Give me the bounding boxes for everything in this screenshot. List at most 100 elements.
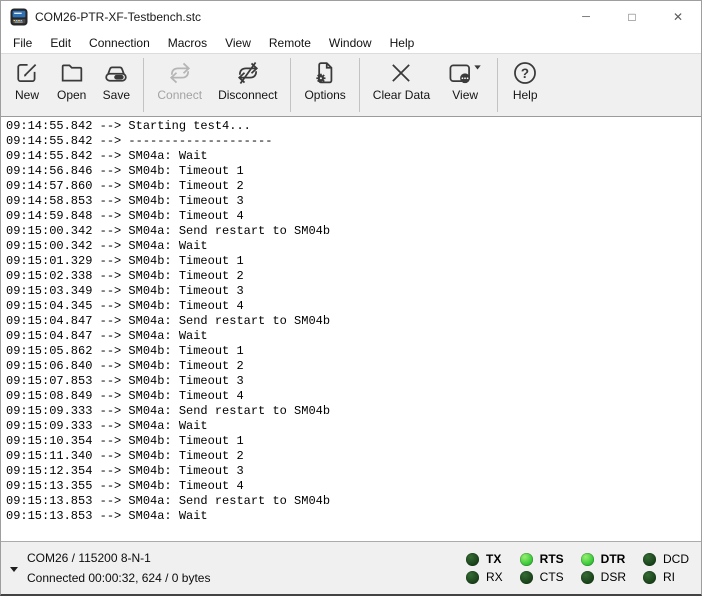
tx-label: TX bbox=[486, 552, 501, 566]
dsr-label: DSR bbox=[601, 570, 626, 584]
help-button[interactable]: ? Help bbox=[503, 55, 547, 115]
connect-button[interactable]: Connect bbox=[149, 55, 210, 115]
toolbar: New Open Save Connec bbox=[1, 53, 701, 117]
log-line: 09:15:01.329 --> SM04b: Timeout 1 bbox=[6, 254, 701, 269]
log-line: 09:15:04.847 --> SM04a: Send restart to … bbox=[6, 314, 701, 329]
options-gear-document-icon bbox=[311, 59, 339, 87]
log-line: 09:15:11.340 --> SM04b: Timeout 2 bbox=[6, 449, 701, 464]
indicator-column: DTR DSR bbox=[581, 552, 626, 584]
menu-view[interactable]: View bbox=[216, 33, 260, 53]
menu-edit[interactable]: Edit bbox=[41, 33, 80, 53]
app-icon bbox=[10, 8, 28, 26]
cts-label: CTS bbox=[540, 570, 564, 584]
connection-info-text: Connected 00:00:32, 624 / 0 bytes bbox=[27, 568, 210, 588]
tx-led-icon bbox=[466, 553, 479, 566]
log-line: 09:15:06.840 --> SM04b: Timeout 2 bbox=[6, 359, 701, 374]
cts-led-icon bbox=[520, 571, 533, 584]
dtr-led-icon bbox=[581, 553, 594, 566]
menu-macros[interactable]: Macros bbox=[159, 33, 216, 53]
dsr-led-icon bbox=[581, 571, 594, 584]
log-line: 09:15:13.355 --> SM04b: Timeout 4 bbox=[6, 479, 701, 494]
log-line: 09:15:05.862 --> SM04b: Timeout 1 bbox=[6, 344, 701, 359]
open-folder-icon bbox=[58, 59, 86, 87]
indicator-column: DCD RI bbox=[643, 552, 689, 584]
log-line: 09:15:03.349 --> SM04b: Timeout 3 bbox=[6, 284, 701, 299]
log-line: 09:15:12.354 --> SM04b: Timeout 3 bbox=[6, 464, 701, 479]
connect-button-label: Connect bbox=[157, 88, 202, 102]
new-button-label: New bbox=[15, 88, 39, 102]
maximize-button[interactable]: □ bbox=[609, 1, 655, 32]
disconnect-button-label: Disconnect bbox=[218, 88, 277, 102]
log-area[interactable]: 09:14:55.842 --> Starting test4... 09:14:… bbox=[1, 117, 701, 542]
rts-label: RTS bbox=[540, 552, 564, 566]
options-button[interactable]: Options bbox=[296, 55, 353, 115]
new-button[interactable]: New bbox=[5, 55, 49, 115]
menu-window[interactable]: Window bbox=[320, 33, 381, 53]
log-line: 09:15:13.853 --> SM04a: Send restart to … bbox=[6, 494, 701, 509]
toolbar-separator bbox=[290, 58, 291, 112]
toolbar-separator bbox=[359, 58, 360, 112]
help-question-icon: ? bbox=[511, 59, 539, 87]
menu-remote[interactable]: Remote bbox=[260, 33, 320, 53]
ri-label: RI bbox=[663, 570, 675, 584]
log-line: 09:15:02.338 --> SM04b: Timeout 2 bbox=[6, 269, 701, 284]
app-window: COM26-PTR-XF-Testbench.stc ─ □ ✕ File Ed… bbox=[0, 0, 702, 596]
indicator-rts: RTS bbox=[520, 552, 564, 566]
indicator-ri: RI bbox=[643, 570, 689, 584]
indicator-dtr: DTR bbox=[581, 552, 626, 566]
open-button[interactable]: Open bbox=[49, 55, 94, 115]
log-line: 09:15:08.849 --> SM04b: Timeout 4 bbox=[6, 389, 701, 404]
view-window-icon bbox=[446, 59, 484, 87]
log-line: 09:14:56.846 --> SM04b: Timeout 1 bbox=[6, 164, 701, 179]
dcd-label: DCD bbox=[663, 552, 689, 566]
indicator-dsr: DSR bbox=[581, 570, 626, 584]
caption-buttons: ─ □ ✕ bbox=[563, 1, 701, 32]
dcd-led-icon bbox=[643, 553, 656, 566]
rts-led-icon bbox=[520, 553, 533, 566]
connect-icon bbox=[166, 59, 194, 87]
clear-data-button-label: Clear Data bbox=[373, 88, 430, 102]
options-button-label: Options bbox=[304, 88, 345, 102]
view-button[interactable]: View bbox=[438, 55, 492, 115]
indicator-column: TX RX bbox=[466, 552, 503, 584]
window-title: COM26-PTR-XF-Testbench.stc bbox=[35, 10, 201, 24]
save-button-label: Save bbox=[103, 88, 130, 102]
port-settings-text: COM26 / 115200 8-N-1 bbox=[27, 548, 210, 568]
indicator-dcd: DCD bbox=[643, 552, 689, 566]
menu-connection[interactable]: Connection bbox=[80, 33, 159, 53]
toolbar-separator bbox=[143, 58, 144, 112]
titlebar: COM26-PTR-XF-Testbench.stc ─ □ ✕ bbox=[1, 1, 701, 32]
clear-data-button[interactable]: Clear Data bbox=[365, 55, 438, 115]
toolbar-separator bbox=[497, 58, 498, 112]
log-line: 09:15:04.847 --> SM04a: Wait bbox=[6, 329, 701, 344]
disconnect-icon bbox=[234, 59, 262, 87]
dtr-label: DTR bbox=[601, 552, 626, 566]
close-button[interactable]: ✕ bbox=[655, 1, 701, 32]
menubar: File Edit Connection Macros View Remote … bbox=[1, 32, 701, 53]
log-line: 09:15:09.333 --> SM04a: Send restart to … bbox=[6, 404, 701, 419]
menu-file[interactable]: File bbox=[4, 33, 41, 53]
save-button[interactable]: Save bbox=[94, 55, 138, 115]
open-button-label: Open bbox=[57, 88, 86, 102]
log-line: 09:15:13.853 --> SM04a: Wait bbox=[6, 509, 701, 524]
statusbar: COM26 / 115200 8-N-1 Connected 00:00:32,… bbox=[1, 542, 701, 594]
save-drive-icon bbox=[102, 59, 130, 87]
log-line: 09:14:59.848 --> SM04b: Timeout 4 bbox=[6, 209, 701, 224]
disconnect-button[interactable]: Disconnect bbox=[210, 55, 285, 115]
indicator-tx: TX bbox=[466, 552, 503, 566]
help-button-label: Help bbox=[513, 88, 538, 102]
log-line: 09:15:00.342 --> SM04a: Wait bbox=[6, 239, 701, 254]
menu-help[interactable]: Help bbox=[381, 33, 424, 53]
new-document-icon bbox=[13, 59, 41, 87]
log-line: 09:14:55.842 --> Starting test4... bbox=[6, 119, 701, 134]
view-button-label: View bbox=[452, 88, 478, 102]
connection-status: COM26 / 115200 8-N-1 Connected 00:00:32,… bbox=[27, 548, 210, 588]
status-dropdown-arrow-icon[interactable] bbox=[10, 567, 18, 572]
indicator-column: RTS CTS bbox=[520, 552, 564, 584]
dropdown-arrow-icon bbox=[474, 65, 480, 69]
rx-led-icon bbox=[466, 571, 479, 584]
minimize-button[interactable]: ─ bbox=[563, 1, 609, 32]
log-line: 09:14:58.853 --> SM04b: Timeout 3 bbox=[6, 194, 701, 209]
log-line: 09:15:10.354 --> SM04b: Timeout 1 bbox=[6, 434, 701, 449]
rx-label: RX bbox=[486, 570, 503, 584]
